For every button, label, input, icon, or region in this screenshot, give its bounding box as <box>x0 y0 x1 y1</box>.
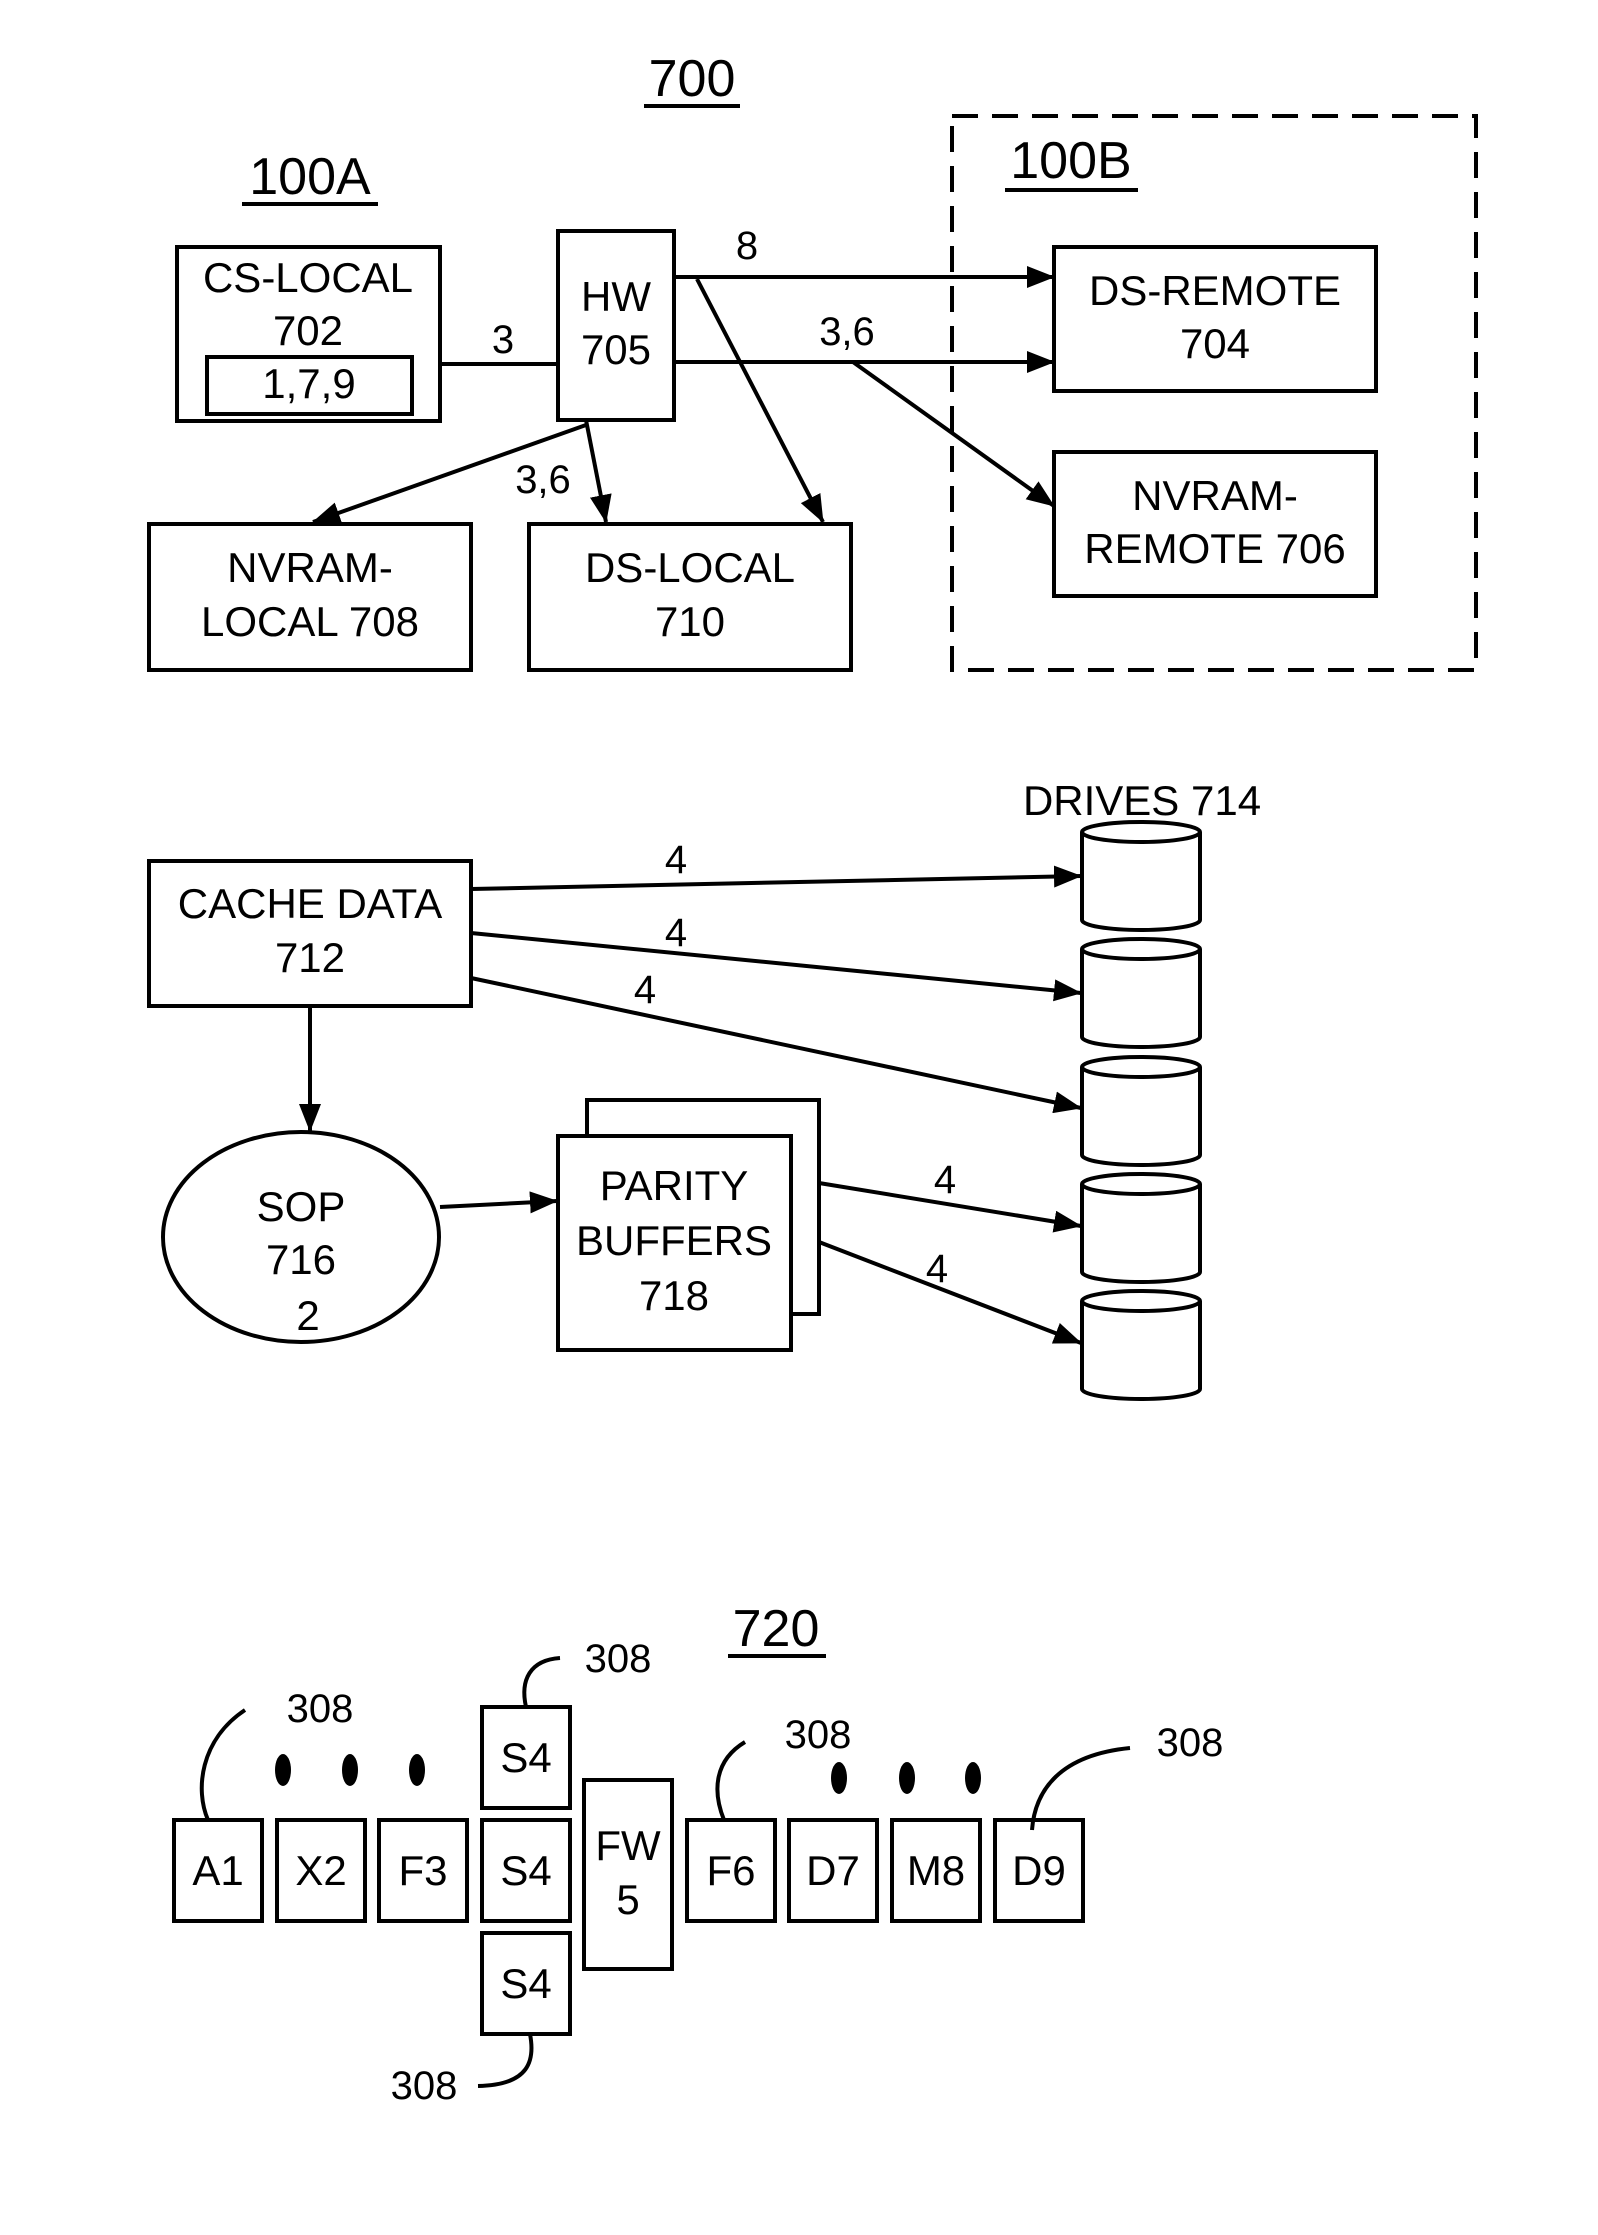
ellipsis-left <box>275 1754 425 1786</box>
ds-remote-line1: DS-REMOTE <box>1089 267 1341 314</box>
parity-line3: 718 <box>639 1272 709 1319</box>
ellipsis-right <box>831 1762 981 1794</box>
callout-leader-a1 <box>199 1708 247 1821</box>
drive-cylinder <box>1080 1172 1202 1284</box>
edge-sop-to-parity <box>439 1191 558 1214</box>
sequence-cell-label: A1 <box>192 1847 243 1894</box>
figure-700: 700 100A 100B CS-LOCAL 702 1,7,9 HW 705 … <box>147 50 1478 2108</box>
sop-line3: 2 <box>296 1292 319 1339</box>
edge-label-parity-to-drive-4: 4 <box>934 1158 956 1202</box>
callout-leader-f6 <box>715 1740 747 1821</box>
callout-leader-d9 <box>1030 1746 1131 1831</box>
sequence-cell: S4 <box>480 1818 572 1923</box>
s4-bottom-cell: S4 <box>480 1931 572 2036</box>
nvram-local-line1: NVRAM- <box>227 544 393 591</box>
ds-local-node: DS-LOCAL 710 <box>527 522 853 672</box>
edge-label-hw-to-ds-local: 3,6 <box>515 458 571 502</box>
cs-local-line1: CS-LOCAL <box>203 254 413 301</box>
s4-top-cell: S4 <box>480 1705 572 1810</box>
sequence-cell-label: D9 <box>1012 1847 1066 1894</box>
parity-buffers-node: PARITY BUFFERS 718 <box>556 1098 821 1352</box>
callout-leader-s4-bottom <box>477 2033 534 2088</box>
edge-cache-to-drive-2 <box>470 931 1082 1002</box>
ds-remote-line2: 704 <box>1180 320 1250 367</box>
edge-label-hw-to-ds-remote-bottom: 3,6 <box>819 310 875 354</box>
ds-local-line1: DS-LOCAL <box>585 544 795 591</box>
sequence-cell-label: M8 <box>907 1847 965 1894</box>
sequence-cell-label: X2 <box>295 1847 346 1894</box>
edge-parity-to-drive-5 <box>818 1240 1082 1345</box>
sequence-title: 720 <box>733 1600 820 1658</box>
edge-label-cache-to-drive-2: 4 <box>665 911 687 955</box>
edge-hw-to-ds-local-diagonal <box>695 278 825 523</box>
cache-data-line1: CACHE DATA <box>178 880 442 927</box>
nvram-remote-line2: REMOTE 706 <box>1084 525 1345 572</box>
drive-cylinder <box>1080 820 1202 932</box>
ds-local-line2: 710 <box>655 598 725 645</box>
sop-node: SOP 716 2 <box>161 1130 441 1344</box>
sequence-cell-label: F6 <box>706 1847 755 1894</box>
s4-top-label: S4 <box>500 1734 551 1781</box>
sequence-cell: X2 <box>275 1818 367 1923</box>
drive-cylinder <box>1080 937 1202 1049</box>
edge-label-cache-to-drive-3: 4 <box>634 968 656 1012</box>
cs-local-inner: 1,7,9 <box>262 360 355 407</box>
sequence-cell: F6 <box>685 1818 777 1923</box>
edge-label-cache-to-drive-1: 4 <box>665 838 687 882</box>
sequence-cell-label: D7 <box>806 1847 860 1894</box>
drive-cylinder <box>1080 1289 1202 1401</box>
edge-label-parity-to-drive-5: 4 <box>926 1247 948 1291</box>
figure-title: 700 <box>649 50 736 108</box>
parity-line1: PARITY <box>600 1162 749 1209</box>
edge-cache-to-drive-3 <box>470 976 1082 1114</box>
edge-label-hw-to-ds-remote-top: 8 <box>736 224 758 268</box>
hw-node: HW 705 <box>556 229 676 422</box>
nvram-local-line2: LOCAL 708 <box>201 598 419 645</box>
sequence-cell: M8 <box>890 1818 982 1923</box>
cache-data-node: CACHE DATA 712 <box>147 859 473 1008</box>
cs-local-line2: 702 <box>273 307 343 354</box>
callout-s4-top: 308 <box>585 1637 652 1681</box>
edge-label-cs-to-hw: 3 <box>492 318 514 362</box>
nvram-remote-node: NVRAM- REMOTE 706 <box>1052 450 1378 598</box>
callout-a1: 308 <box>287 1687 354 1731</box>
sequence-cell-label: S4 <box>500 1847 551 1894</box>
drives-group <box>1080 820 1202 1401</box>
edge-hw-to-ds-local <box>584 419 612 523</box>
sequence-cell: D7 <box>787 1818 879 1923</box>
edge-cache-to-drive-1 <box>470 865 1082 891</box>
fw-line2: 5 <box>616 1876 639 1923</box>
system-local-label: 100A <box>249 148 371 206</box>
drive-cylinder <box>1080 1055 1202 1167</box>
cache-data-line2: 712 <box>275 934 345 981</box>
sequence-cell-label: F3 <box>398 1847 447 1894</box>
parity-line2: BUFFERS <box>576 1217 772 1264</box>
hw-line1: HW <box>581 273 651 320</box>
fw-line1: FW <box>595 1822 661 1869</box>
system-remote-label: 100B <box>1010 132 1131 190</box>
ds-remote-node: DS-REMOTE 704 <box>1052 245 1378 393</box>
callout-d9: 308 <box>1157 1721 1224 1765</box>
sequence-cell: D9 <box>993 1818 1085 1923</box>
callout-f6: 308 <box>785 1713 852 1757</box>
nvram-local-node: NVRAM- LOCAL 708 <box>147 522 473 672</box>
callout-leader-s4-top <box>522 1656 561 1708</box>
sequence-cell: A1 <box>172 1818 264 1923</box>
fw-cell: FW 5 <box>582 1778 674 1971</box>
drives-label: DRIVES 714 <box>1023 777 1261 824</box>
hw-line2: 705 <box>581 326 651 373</box>
cs-local-node: CS-LOCAL 702 1,7,9 <box>175 245 442 423</box>
sop-line1: SOP <box>257 1183 346 1230</box>
callout-s4-bottom: 308 <box>391 2064 458 2108</box>
sop-line2: 716 <box>266 1236 336 1283</box>
sequence-cell: F3 <box>377 1818 469 1923</box>
nvram-remote-line1: NVRAM- <box>1132 472 1298 519</box>
s4-bottom-label: S4 <box>500 1960 551 2007</box>
